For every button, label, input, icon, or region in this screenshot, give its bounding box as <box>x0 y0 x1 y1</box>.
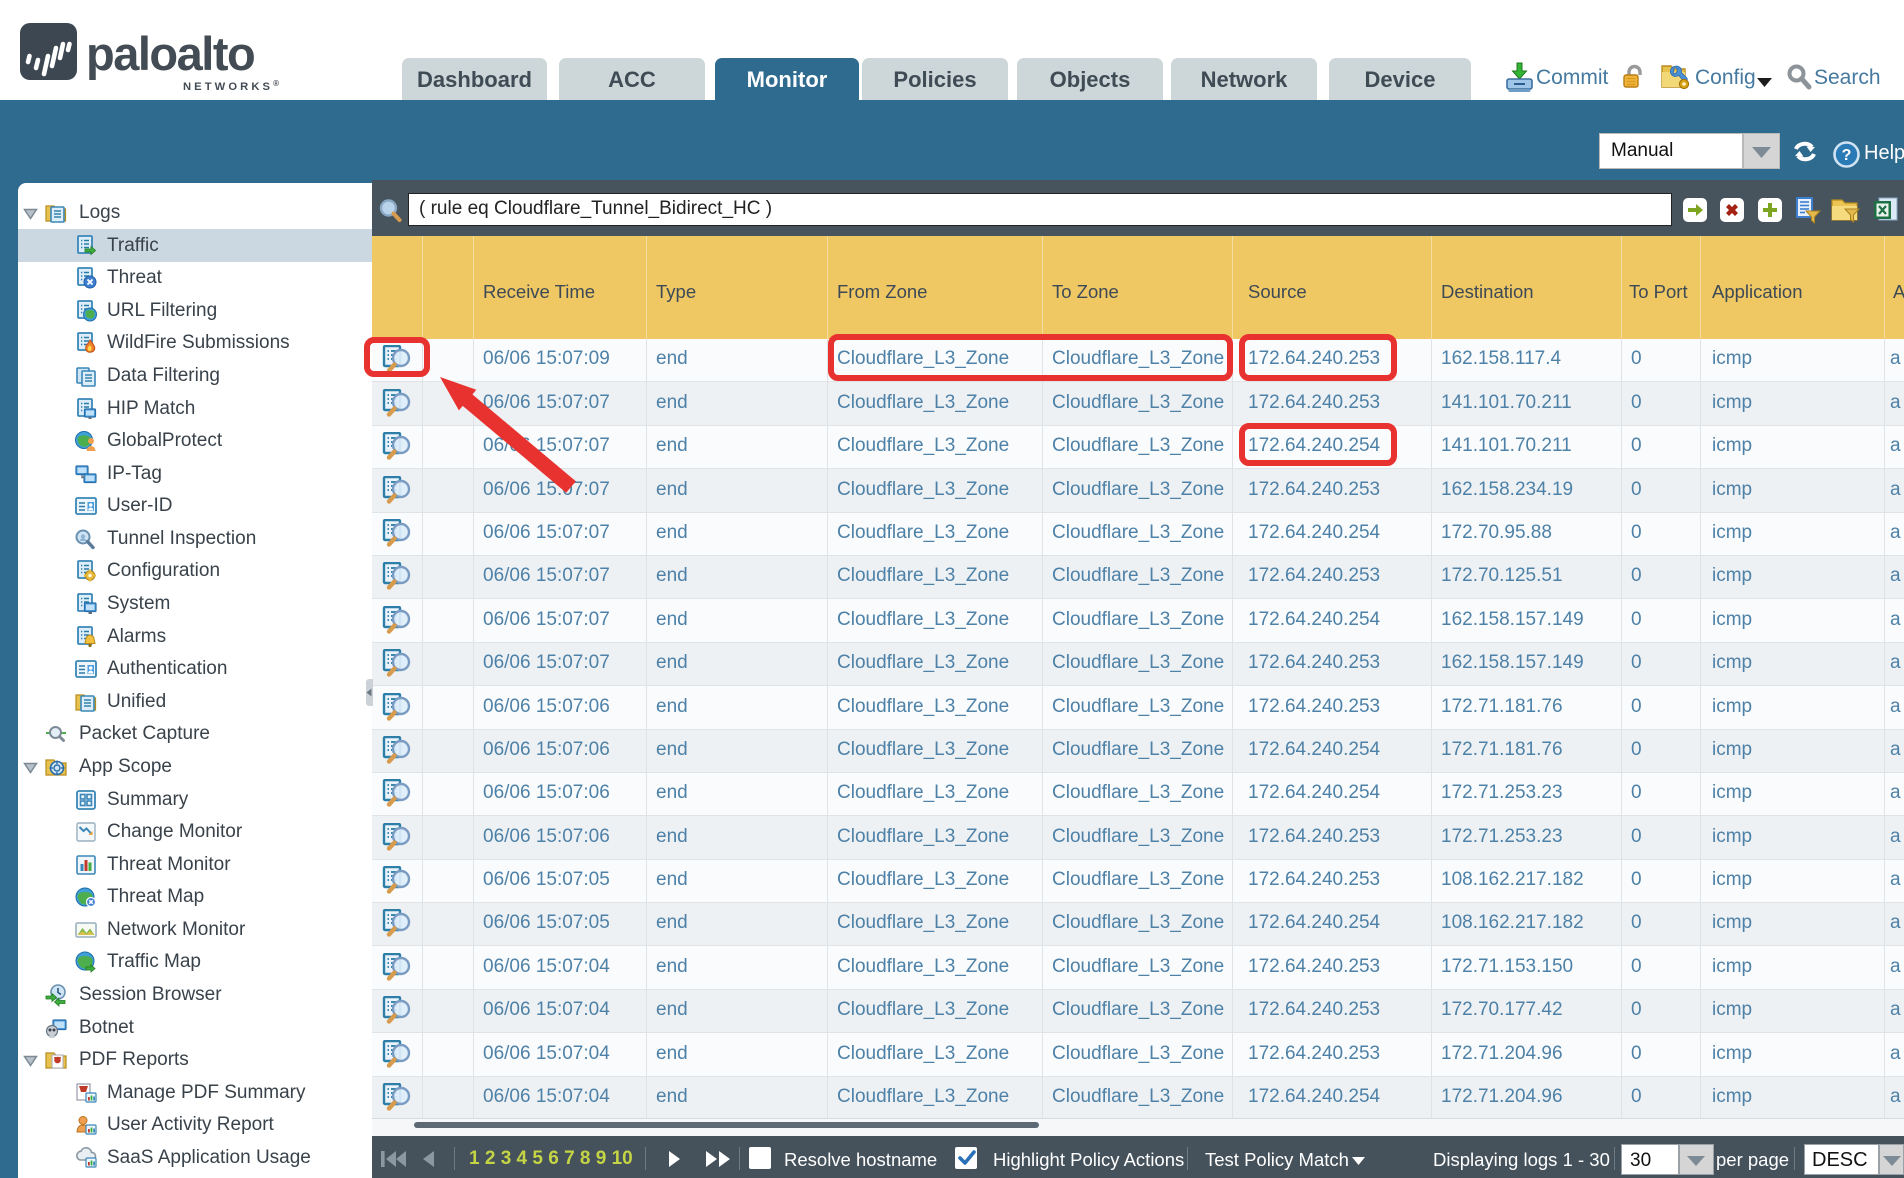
svg-text:?: ? <box>1842 147 1852 164</box>
svg-text:NETWORKS®: NETWORKS® <box>183 79 282 93</box>
svg-text:paloalto: paloalto <box>86 27 254 80</box>
